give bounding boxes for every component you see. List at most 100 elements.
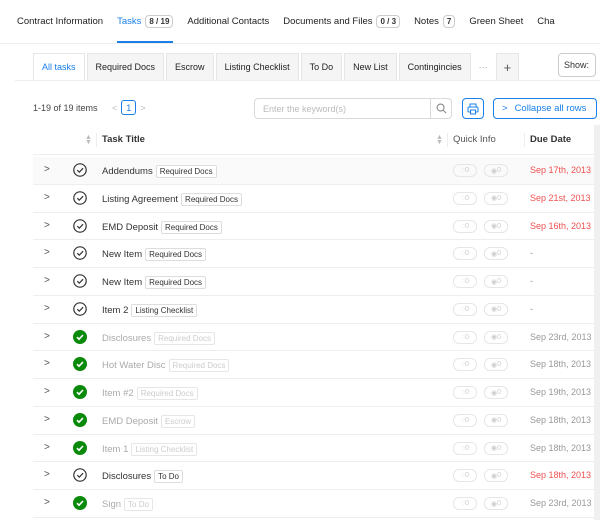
subtab-listing-checklist[interactable]: Listing Checklist — [215, 53, 299, 81]
incomplete-check-icon[interactable] — [73, 218, 87, 233]
tab-additional-contacts[interactable]: Additional Contacts — [187, 0, 269, 44]
table-row[interactable]: > Item 1 Listing Checklist ◌ 0 ◉ 0 Sep 18th, 20… — [33, 435, 594, 463]
subtab-all-tasks[interactable]: All tasks — [33, 53, 85, 81]
completed-check-icon[interactable] — [73, 385, 87, 399]
table-row[interactable]: > EMD Deposit Required Docs ◌ 0 ◉ 0 Sep 16th, 2… — [33, 213, 594, 241]
comments-count[interactable]: ◌ 0 — [453, 386, 477, 399]
show-select[interactable]: Show: — [558, 53, 596, 77]
table-row[interactable]: > Sign To Do ◌ 0 ◉ 0 Sep 23rd, 2013 — [33, 490, 594, 518]
expand-row-chevron-icon[interactable]: > — [44, 275, 50, 286]
incomplete-check-icon[interactable] — [73, 163, 87, 177]
comments-count[interactable]: ◌ 0 — [453, 247, 477, 261]
search-input[interactable] — [255, 99, 430, 118]
comments-count[interactable]: ◌ 0 — [453, 164, 477, 177]
completed-check-icon[interactable] — [73, 440, 87, 455]
incomplete-check-icon[interactable] — [73, 468, 87, 483]
tab-contract-information[interactable]: Contract Information — [17, 0, 103, 44]
comments-count[interactable]: ◌ 0 — [453, 219, 477, 233]
subtab-contingincies[interactable]: Contingincies — [398, 53, 471, 81]
comments-count[interactable]: ◌ 0 — [453, 275, 477, 288]
task-title[interactable]: EMD Deposit Required Docs — [102, 220, 222, 234]
task-title[interactable]: Item 2 Listing Checklist — [102, 303, 198, 317]
add-tab-button[interactable]: + — [495, 53, 520, 81]
expand-row-chevron-icon[interactable]: > — [44, 164, 50, 175]
expand-row-chevron-icon[interactable]: > — [44, 414, 50, 425]
tab-notes[interactable]: Notes 7 — [414, 0, 456, 44]
views-count[interactable]: ◉ 0 — [484, 191, 508, 205]
table-row[interactable]: > Disclosures To Do ◌ 0 ◉ 0 Sep 18th, 2013 — [33, 462, 594, 490]
views-count[interactable]: ◉ 0 — [484, 275, 508, 288]
table-row[interactable]: > Listing Agreement Required Docs ◌ 0 ◉ 0 Sep 2… — [33, 185, 594, 213]
expand-row-chevron-icon[interactable]: > — [44, 220, 50, 231]
task-title[interactable]: New Item Required Docs — [102, 276, 207, 289]
completed-check-icon[interactable] — [73, 357, 87, 372]
column-due-date[interactable]: Due Date — [530, 134, 571, 145]
incomplete-check-icon[interactable] — [73, 274, 87, 288]
task-title[interactable]: EMD Deposit Escrow — [102, 414, 196, 428]
table-row[interactable]: > EMD Deposit Escrow ◌ 0 ◉ 0 Sep 18th, 2013 — [33, 407, 594, 435]
table-row[interactable]: > Item #2 Required Docs ◌ 0 ◉ 0 Sep 19th, 2013 — [33, 379, 594, 407]
views-count[interactable]: ◉ 0 — [484, 164, 508, 177]
subtab-required-docs[interactable]: Required Docs — [86, 53, 165, 81]
views-count[interactable]: ◉ 0 — [484, 497, 508, 510]
scrollbar[interactable] — [594, 125, 600, 520]
table-row[interactable]: > Hot Water Disc Required Docs ◌ 0 ◉ 0 Sep 18th… — [33, 351, 594, 379]
page-1-button[interactable]: 1 — [121, 100, 137, 115]
expand-row-chevron-icon[interactable]: > — [44, 442, 50, 453]
comments-count[interactable]: ◌ 0 — [453, 302, 477, 316]
tab-cha[interactable]: Cha — [537, 0, 554, 44]
comments-count[interactable]: ◌ 0 — [453, 469, 477, 483]
views-count[interactable]: ◉ 0 — [484, 413, 508, 427]
prev-page-icon[interactable]: < — [112, 103, 117, 113]
subtab-new-list[interactable]: New List — [344, 53, 397, 81]
task-title[interactable]: Hot Water Disc Required Docs — [102, 359, 230, 373]
subtab-escrow[interactable]: Escrow — [166, 53, 214, 81]
task-title[interactable]: Listing Agreement Required Docs — [102, 192, 242, 206]
task-title[interactable]: Disclosures To Do — [102, 470, 184, 484]
views-count[interactable]: ◉ 0 — [484, 302, 508, 316]
views-count[interactable]: ◉ 0 — [484, 441, 508, 455]
completed-check-icon[interactable] — [73, 329, 87, 344]
collapse-all-rows-button[interactable]: > Collapse all rows — [493, 98, 597, 119]
search-button[interactable] — [430, 99, 451, 118]
views-count[interactable]: ◉ 0 — [484, 219, 508, 233]
expand-row-chevron-icon[interactable]: > — [44, 247, 50, 258]
table-row[interactable]: > New Item Required Docs ◌ 0 ◉ 0 - — [33, 268, 594, 296]
task-title[interactable]: Item #2 Required Docs — [102, 387, 198, 400]
expand-row-chevron-icon[interactable]: > — [44, 358, 50, 369]
subtab-to-do[interactable]: To Do — [300, 53, 343, 81]
task-title[interactable]: Addendums Required Docs — [102, 165, 217, 178]
views-count[interactable]: ◉ 0 — [484, 247, 508, 261]
views-count[interactable]: ◉ 0 — [484, 469, 508, 483]
views-count[interactable]: ◉ 0 — [484, 330, 508, 344]
expand-row-chevron-icon[interactable]: > — [44, 469, 50, 480]
tab-tasks[interactable]: Tasks 8 / 19 — [117, 0, 174, 44]
expand-row-chevron-icon[interactable]: > — [44, 497, 50, 508]
comments-count[interactable]: ◌ 0 — [453, 441, 477, 455]
task-title[interactable]: Disclosures Required Docs — [102, 331, 216, 345]
tab-green-sheet[interactable]: Green Sheet — [469, 0, 523, 44]
completed-check-icon[interactable] — [73, 496, 87, 510]
comments-count[interactable]: ◌ 0 — [453, 358, 477, 372]
comments-count[interactable]: ◌ 0 — [453, 497, 477, 510]
incomplete-check-icon[interactable] — [73, 301, 87, 316]
expand-row-chevron-icon[interactable]: > — [44, 303, 50, 314]
task-title[interactable]: Sign To Do — [102, 498, 153, 511]
table-row[interactable]: > Disclosures Required Docs ◌ 0 ◉ 0 Sep 23rd, 2… — [33, 324, 594, 352]
expand-row-chevron-icon[interactable]: > — [44, 192, 50, 203]
tab-documents-and-files[interactable]: Documents and Files 0 / 3 — [283, 0, 401, 44]
incomplete-check-icon[interactable] — [73, 190, 87, 205]
comments-count[interactable]: ◌ 0 — [453, 330, 477, 344]
next-page-icon[interactable]: > — [140, 103, 145, 113]
table-row[interactable]: > New Item Required Docs ◌ 0 ◉ 0 - — [33, 240, 594, 268]
table-row[interactable]: > Item 2 Listing Checklist ◌ 0 ◉ 0 - — [33, 296, 594, 324]
print-button[interactable] — [462, 98, 484, 119]
task-title[interactable]: Item 1 Listing Checklist — [102, 442, 198, 456]
table-row[interactable]: > Addendums Required Docs ◌ 0 ◉ 0 Sep 17th, 201… — [33, 157, 594, 185]
views-count[interactable]: ◉ 0 — [484, 358, 508, 372]
sort-icon[interactable]: ▲ ▼ — [436, 134, 443, 146]
expand-row-chevron-icon[interactable]: > — [44, 331, 50, 342]
comments-count[interactable]: ◌ 0 — [453, 413, 477, 427]
completed-check-icon[interactable] — [73, 412, 87, 427]
task-title[interactable]: New Item Required Docs — [102, 248, 207, 262]
